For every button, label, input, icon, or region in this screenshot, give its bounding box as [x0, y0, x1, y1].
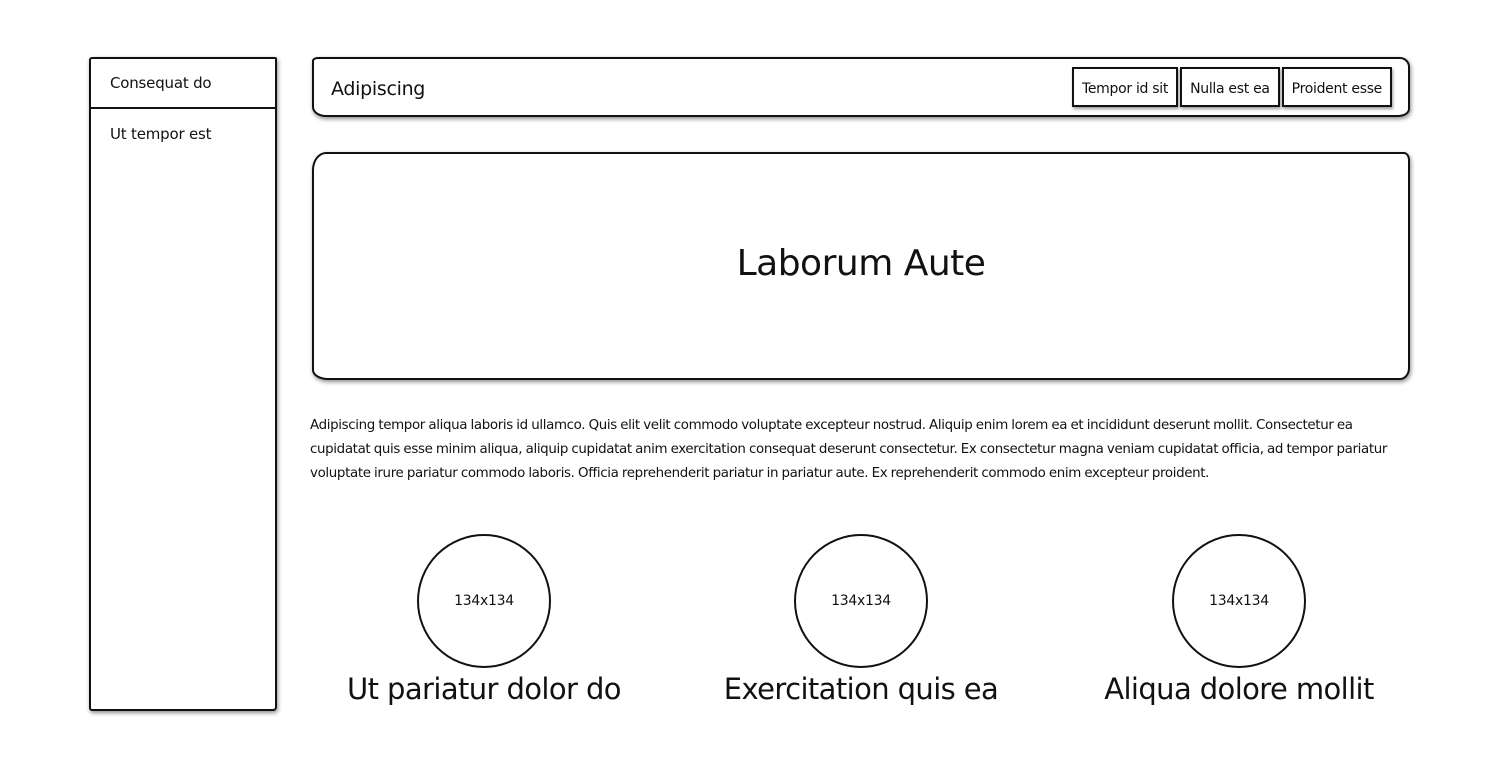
sidebar-item-ut-tempor-est[interactable]: Ut tempor est	[91, 109, 275, 159]
image-placeholder: 134x134	[794, 534, 928, 668]
hero-banner: Laborum Aute	[312, 152, 1410, 380]
intro-paragraph: Adipiscing tempor aliqua laboris id ulla…	[310, 418, 1388, 481]
image-placeholder-label: 134x134	[1209, 593, 1269, 609]
image-placeholder: 134x134	[1172, 534, 1306, 668]
nav-button-nulla-est-ea[interactable]: Nulla est ea	[1180, 67, 1280, 107]
image-placeholder-label: 134x134	[831, 593, 891, 609]
feature-title: Ut pariatur dolor do	[347, 672, 621, 706]
top-navbar: Adipiscing Tempor id sit Nulla est ea Pr…	[312, 57, 1410, 117]
image-placeholder: 134x134	[417, 534, 551, 668]
feature-card: 134x134 Aliqua dolore mollit	[1079, 534, 1399, 706]
nav-button-tempor-id-sit[interactable]: Tempor id sit	[1071, 67, 1179, 107]
feature-card: 134x134 Ut pariatur dolor do	[324, 534, 644, 706]
nav-buttons: Tempor id sit Nulla est ea Proident esse	[1071, 67, 1392, 107]
image-placeholder-label: 134x134	[454, 593, 514, 609]
sidebar-item-consequat-do[interactable]: Consequat do	[91, 59, 275, 109]
brand-title[interactable]: Adipiscing	[331, 59, 425, 119]
sidebar: Consequat do Ut tempor est	[89, 57, 277, 711]
feature-card: 134x134 Exercitation quis ea	[701, 534, 1021, 706]
hero-title: Laborum Aute	[736, 242, 986, 284]
feature-title: Exercitation quis ea	[723, 672, 999, 706]
feature-title: Aliqua dolore mollit	[1104, 672, 1374, 706]
nav-button-proident-esse[interactable]: Proident esse	[1281, 67, 1392, 107]
